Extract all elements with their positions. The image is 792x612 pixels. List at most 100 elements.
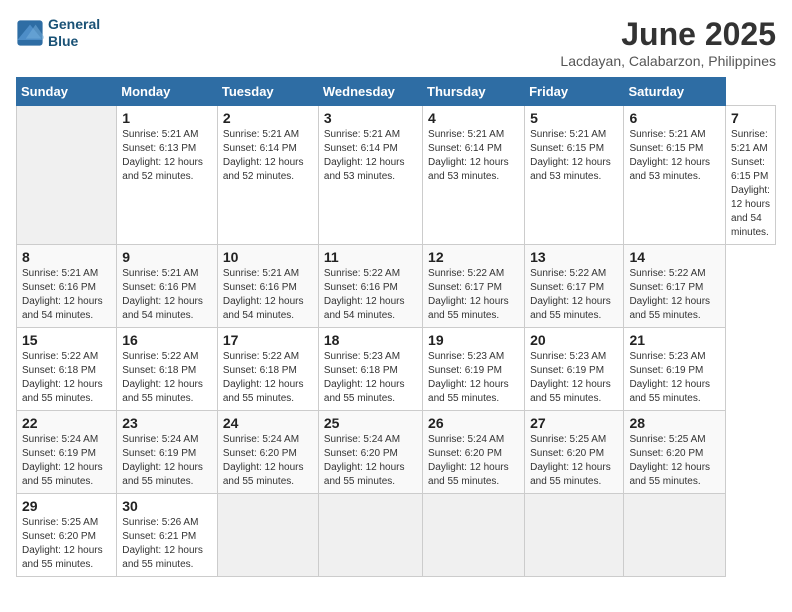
day-number: 5 bbox=[530, 110, 618, 126]
calendar-cell: 4 Sunrise: 5:21 AM Sunset: 6:14 PM Dayli… bbox=[423, 106, 525, 245]
col-sunday: Sunday bbox=[17, 78, 117, 106]
day-info: Sunrise: 5:21 AM Sunset: 6:15 PM Dayligh… bbox=[731, 128, 770, 240]
daylight: Daylight: 12 hours and 55 minutes. bbox=[223, 379, 304, 404]
sunset: Sunset: 6:18 PM bbox=[223, 365, 297, 376]
daylight: Daylight: 12 hours and 54 minutes. bbox=[731, 185, 770, 238]
calendar-cell: 14 Sunrise: 5:22 AM Sunset: 6:17 PM Dayl… bbox=[624, 245, 726, 328]
sunset: Sunset: 6:20 PM bbox=[324, 448, 398, 459]
calendar-cell: 12 Sunrise: 5:22 AM Sunset: 6:17 PM Dayl… bbox=[423, 245, 525, 328]
day-number: 13 bbox=[530, 249, 618, 265]
sunrise: Sunrise: 5:24 AM bbox=[324, 434, 400, 445]
daylight: Daylight: 12 hours and 55 minutes. bbox=[428, 462, 509, 487]
daylight: Daylight: 12 hours and 55 minutes. bbox=[629, 462, 710, 487]
daylight: Daylight: 12 hours and 55 minutes. bbox=[122, 379, 203, 404]
day-info: Sunrise: 5:26 AM Sunset: 6:21 PM Dayligh… bbox=[122, 516, 212, 572]
calendar-cell: 28 Sunrise: 5:25 AM Sunset: 6:20 PM Dayl… bbox=[624, 411, 726, 494]
logo-line1: General bbox=[48, 16, 100, 32]
day-info: Sunrise: 5:21 AM Sunset: 6:14 PM Dayligh… bbox=[324, 128, 417, 184]
sunrise: Sunrise: 5:21 AM bbox=[731, 129, 768, 154]
sunrise: Sunrise: 5:23 AM bbox=[324, 351, 400, 362]
daylight: Daylight: 12 hours and 55 minutes. bbox=[324, 462, 405, 487]
sunset: Sunset: 6:18 PM bbox=[324, 365, 398, 376]
sunrise: Sunrise: 5:25 AM bbox=[629, 434, 705, 445]
daylight: Daylight: 12 hours and 54 minutes. bbox=[22, 296, 103, 321]
calendar-cell bbox=[17, 106, 117, 245]
day-number: 3 bbox=[324, 110, 417, 126]
daylight: Daylight: 12 hours and 53 minutes. bbox=[629, 157, 710, 182]
sunset: Sunset: 6:20 PM bbox=[22, 531, 96, 542]
sunrise: Sunrise: 5:21 AM bbox=[22, 268, 98, 279]
calendar-cell: 21 Sunrise: 5:23 AM Sunset: 6:19 PM Dayl… bbox=[624, 328, 726, 411]
day-number: 21 bbox=[629, 332, 720, 348]
day-info: Sunrise: 5:22 AM Sunset: 6:17 PM Dayligh… bbox=[428, 267, 519, 323]
sunset: Sunset: 6:15 PM bbox=[530, 143, 604, 154]
sunrise: Sunrise: 5:23 AM bbox=[629, 351, 705, 362]
sunset: Sunset: 6:17 PM bbox=[629, 282, 703, 293]
day-number: 2 bbox=[223, 110, 313, 126]
sunset: Sunset: 6:14 PM bbox=[223, 143, 297, 154]
logo: General Blue bbox=[16, 16, 100, 50]
sunset: Sunset: 6:16 PM bbox=[324, 282, 398, 293]
sunset: Sunset: 6:20 PM bbox=[629, 448, 703, 459]
sunrise: Sunrise: 5:21 AM bbox=[122, 268, 198, 279]
calendar-cell: 8 Sunrise: 5:21 AM Sunset: 6:16 PM Dayli… bbox=[17, 245, 117, 328]
sunset: Sunset: 6:17 PM bbox=[428, 282, 502, 293]
sunrise: Sunrise: 5:21 AM bbox=[223, 268, 299, 279]
day-number: 22 bbox=[22, 415, 111, 431]
col-monday: Monday bbox=[117, 78, 218, 106]
sunrise: Sunrise: 5:25 AM bbox=[530, 434, 606, 445]
sunset: Sunset: 6:14 PM bbox=[324, 143, 398, 154]
daylight: Daylight: 12 hours and 55 minutes. bbox=[22, 379, 103, 404]
col-friday: Friday bbox=[525, 78, 624, 106]
daylight: Daylight: 12 hours and 55 minutes. bbox=[223, 462, 304, 487]
calendar-cell: 6 Sunrise: 5:21 AM Sunset: 6:15 PM Dayli… bbox=[624, 106, 726, 245]
calendar-week-row: 15 Sunrise: 5:22 AM Sunset: 6:18 PM Dayl… bbox=[17, 328, 776, 411]
calendar-cell bbox=[217, 494, 318, 577]
day-number: 23 bbox=[122, 415, 212, 431]
day-info: Sunrise: 5:21 AM Sunset: 6:16 PM Dayligh… bbox=[122, 267, 212, 323]
calendar-week-row: 22 Sunrise: 5:24 AM Sunset: 6:19 PM Dayl… bbox=[17, 411, 776, 494]
sunrise: Sunrise: 5:22 AM bbox=[223, 351, 299, 362]
sunrise: Sunrise: 5:22 AM bbox=[530, 268, 606, 279]
sunrise: Sunrise: 5:24 AM bbox=[122, 434, 198, 445]
calendar-cell: 13 Sunrise: 5:22 AM Sunset: 6:17 PM Dayl… bbox=[525, 245, 624, 328]
day-info: Sunrise: 5:22 AM Sunset: 6:18 PM Dayligh… bbox=[223, 350, 313, 406]
sunrise: Sunrise: 5:24 AM bbox=[428, 434, 504, 445]
sunrise: Sunrise: 5:21 AM bbox=[629, 129, 705, 140]
calendar-cell bbox=[525, 494, 624, 577]
sunrise: Sunrise: 5:22 AM bbox=[122, 351, 198, 362]
calendar-cell: 9 Sunrise: 5:21 AM Sunset: 6:16 PM Dayli… bbox=[117, 245, 218, 328]
day-number: 26 bbox=[428, 415, 519, 431]
day-number: 10 bbox=[223, 249, 313, 265]
day-number: 30 bbox=[122, 498, 212, 514]
daylight: Daylight: 12 hours and 55 minutes. bbox=[324, 379, 405, 404]
calendar-week-row: 1 Sunrise: 5:21 AM Sunset: 6:13 PM Dayli… bbox=[17, 106, 776, 245]
calendar-cell bbox=[318, 494, 422, 577]
sunrise: Sunrise: 5:22 AM bbox=[629, 268, 705, 279]
calendar-cell: 22 Sunrise: 5:24 AM Sunset: 6:19 PM Dayl… bbox=[17, 411, 117, 494]
calendar-cell bbox=[624, 494, 726, 577]
day-number: 17 bbox=[223, 332, 313, 348]
daylight: Daylight: 12 hours and 55 minutes. bbox=[428, 379, 509, 404]
calendar-cell: 23 Sunrise: 5:24 AM Sunset: 6:19 PM Dayl… bbox=[117, 411, 218, 494]
calendar-cell: 15 Sunrise: 5:22 AM Sunset: 6:18 PM Dayl… bbox=[17, 328, 117, 411]
daylight: Daylight: 12 hours and 55 minutes. bbox=[530, 379, 611, 404]
daylight: Daylight: 12 hours and 53 minutes. bbox=[530, 157, 611, 182]
calendar-week-row: 29 Sunrise: 5:25 AM Sunset: 6:20 PM Dayl… bbox=[17, 494, 776, 577]
sunset: Sunset: 6:14 PM bbox=[428, 143, 502, 154]
col-wednesday: Wednesday bbox=[318, 78, 422, 106]
daylight: Daylight: 12 hours and 55 minutes. bbox=[629, 296, 710, 321]
sunset: Sunset: 6:16 PM bbox=[122, 282, 196, 293]
daylight: Daylight: 12 hours and 52 minutes. bbox=[122, 157, 203, 182]
sunset: Sunset: 6:18 PM bbox=[22, 365, 96, 376]
calendar-cell bbox=[423, 494, 525, 577]
sunrise: Sunrise: 5:26 AM bbox=[122, 517, 198, 528]
day-info: Sunrise: 5:21 AM Sunset: 6:14 PM Dayligh… bbox=[223, 128, 313, 184]
day-info: Sunrise: 5:22 AM Sunset: 6:18 PM Dayligh… bbox=[22, 350, 111, 406]
logo-text: General Blue bbox=[48, 16, 100, 50]
sunrise: Sunrise: 5:21 AM bbox=[223, 129, 299, 140]
daylight: Daylight: 12 hours and 55 minutes. bbox=[122, 462, 203, 487]
day-info: Sunrise: 5:24 AM Sunset: 6:19 PM Dayligh… bbox=[22, 433, 111, 489]
daylight: Daylight: 12 hours and 55 minutes. bbox=[122, 545, 203, 570]
day-info: Sunrise: 5:24 AM Sunset: 6:19 PM Dayligh… bbox=[122, 433, 212, 489]
